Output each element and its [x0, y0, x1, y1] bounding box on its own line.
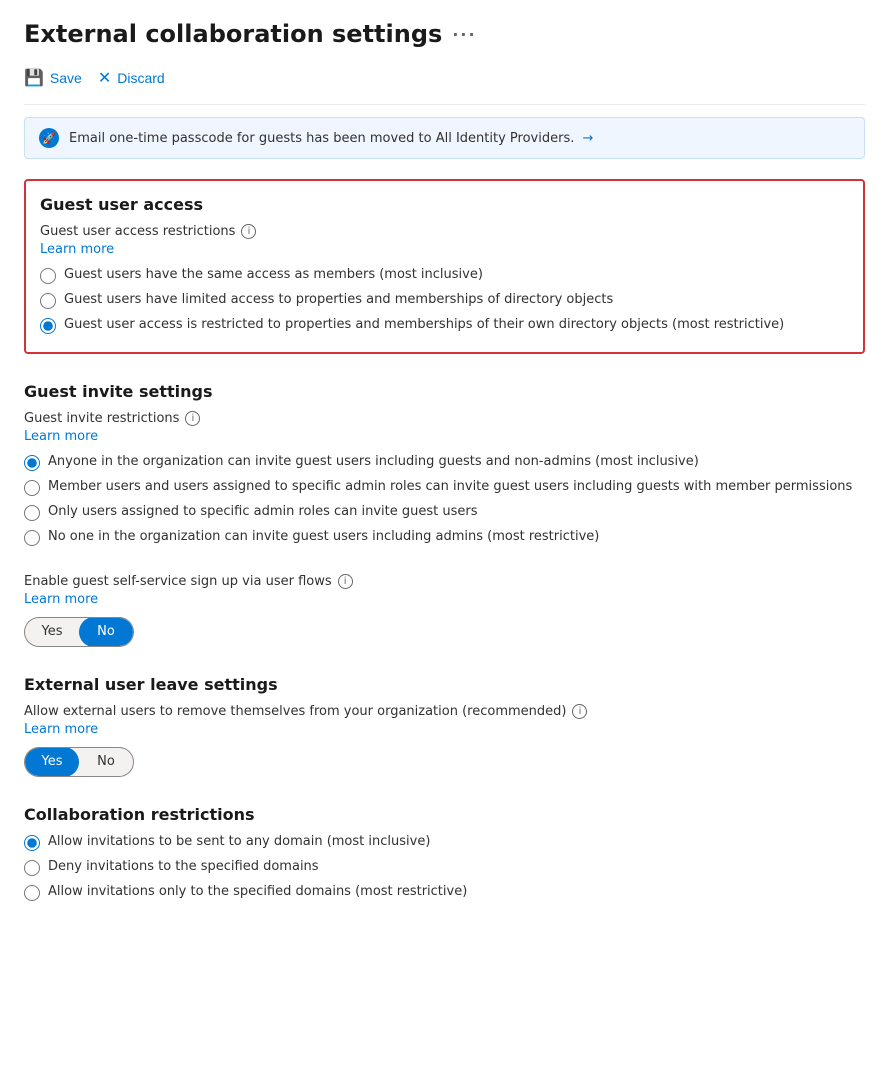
guest-invite-option-0[interactable]: Anyone in the organization can invite gu…	[24, 454, 865, 471]
guest-invite-settings-title: Guest invite settings	[24, 382, 865, 401]
guest-selfservice-info-icon[interactable]: i	[338, 574, 353, 589]
guest-user-access-learn-more[interactable]: Learn more	[40, 242, 114, 257]
guest-invite-learn-more[interactable]: Learn more	[24, 429, 98, 444]
collab-restriction-option-0[interactable]: Allow invitations to be sent to any doma…	[24, 834, 865, 851]
guest-invite-options: Anyone in the organization can invite gu…	[24, 454, 865, 546]
external-user-leave-info-icon[interactable]: i	[572, 704, 587, 719]
guest-invite-radio-1[interactable]	[24, 480, 40, 496]
guest-invite-settings-section: Guest invite settings Guest invite restr…	[24, 382, 865, 546]
toolbar: 💾 Save ✕ Discard	[24, 64, 865, 105]
guest-invite-radio-0[interactable]	[24, 455, 40, 471]
external-user-leave-label: Allow external users to remove themselve…	[24, 704, 865, 719]
collab-restriction-radio-0[interactable]	[24, 835, 40, 851]
save-icon: 💾	[24, 68, 44, 88]
guest-invite-option-3[interactable]: No one in the organization can invite gu…	[24, 529, 865, 546]
guest-user-access-radio-2[interactable]	[40, 318, 56, 334]
guest-invite-option-2[interactable]: Only users assigned to specific admin ro…	[24, 504, 865, 521]
collab-restriction-option-1[interactable]: Deny invitations to the specified domain…	[24, 859, 865, 876]
collab-restriction-radio-1[interactable]	[24, 860, 40, 876]
guest-user-access-radio-0[interactable]	[40, 268, 56, 284]
guest-selfservice-label: Enable guest self-service sign up via us…	[24, 574, 865, 589]
guest-selfservice-learn-more[interactable]: Learn more	[24, 592, 98, 607]
collab-restriction-radio-2[interactable]	[24, 885, 40, 901]
guest-user-access-option-1[interactable]: Guest users have limited access to prope…	[40, 292, 849, 309]
guest-user-access-radio-1[interactable]	[40, 293, 56, 309]
discard-button[interactable]: ✕ Discard	[98, 64, 165, 92]
page-title-container: External collaboration settings ···	[24, 20, 865, 48]
guest-invite-restrictions-info-icon[interactable]: i	[185, 411, 200, 426]
external-user-leave-title: External user leave settings	[24, 675, 865, 694]
guest-user-access-option-2[interactable]: Guest user access is restricted to prope…	[40, 317, 849, 334]
guest-invite-radio-2[interactable]	[24, 505, 40, 521]
guest-selfservice-toggle-no[interactable]: No	[79, 617, 133, 647]
guest-user-access-section: Guest user access Guest user access rest…	[24, 179, 865, 354]
external-user-leave-learn-more[interactable]: Learn more	[24, 722, 98, 737]
guest-selfservice-toggle-yes[interactable]: Yes	[25, 617, 79, 647]
guest-user-access-title: Guest user access	[40, 195, 849, 214]
banner-icon: 🚀	[39, 128, 59, 148]
guest-selfservice-section: Enable guest self-service sign up via us…	[24, 574, 865, 647]
collaboration-restrictions-title: Collaboration restrictions	[24, 805, 865, 824]
external-user-leave-toggle[interactable]: Yes No	[24, 747, 134, 777]
guest-invite-radio-3[interactable]	[24, 530, 40, 546]
collab-restriction-option-2[interactable]: Allow invitations only to the specified …	[24, 884, 865, 901]
external-user-leave-section: External user leave settings Allow exter…	[24, 675, 865, 777]
external-user-leave-toggle-yes[interactable]: Yes	[25, 747, 79, 777]
guest-user-access-options: Guest users have the same access as memb…	[40, 267, 849, 334]
collaboration-restrictions-section: Collaboration restrictions Allow invitat…	[24, 805, 865, 901]
save-button[interactable]: 💾 Save	[24, 64, 82, 92]
discard-icon: ✕	[98, 68, 111, 88]
info-banner: 🚀 Email one-time passcode for guests has…	[24, 117, 865, 159]
guest-selfservice-toggle[interactable]: Yes No	[24, 617, 134, 647]
page-title: External collaboration settings	[24, 20, 442, 48]
banner-text: Email one-time passcode for guests has b…	[69, 131, 593, 146]
guest-user-access-info-icon[interactable]: i	[241, 224, 256, 239]
external-user-leave-toggle-no[interactable]: No	[79, 747, 133, 777]
guest-user-access-label: Guest user access restrictions i	[40, 224, 849, 239]
guest-invite-restrictions-label: Guest invite restrictions i	[24, 411, 865, 426]
banner-link[interactable]: →	[582, 131, 593, 146]
guest-user-access-option-0[interactable]: Guest users have the same access as memb…	[40, 267, 849, 284]
collaboration-restrictions-options: Allow invitations to be sent to any doma…	[24, 834, 865, 901]
guest-invite-option-1[interactable]: Member users and users assigned to speci…	[24, 479, 865, 496]
more-options-icon[interactable]: ···	[452, 25, 476, 44]
